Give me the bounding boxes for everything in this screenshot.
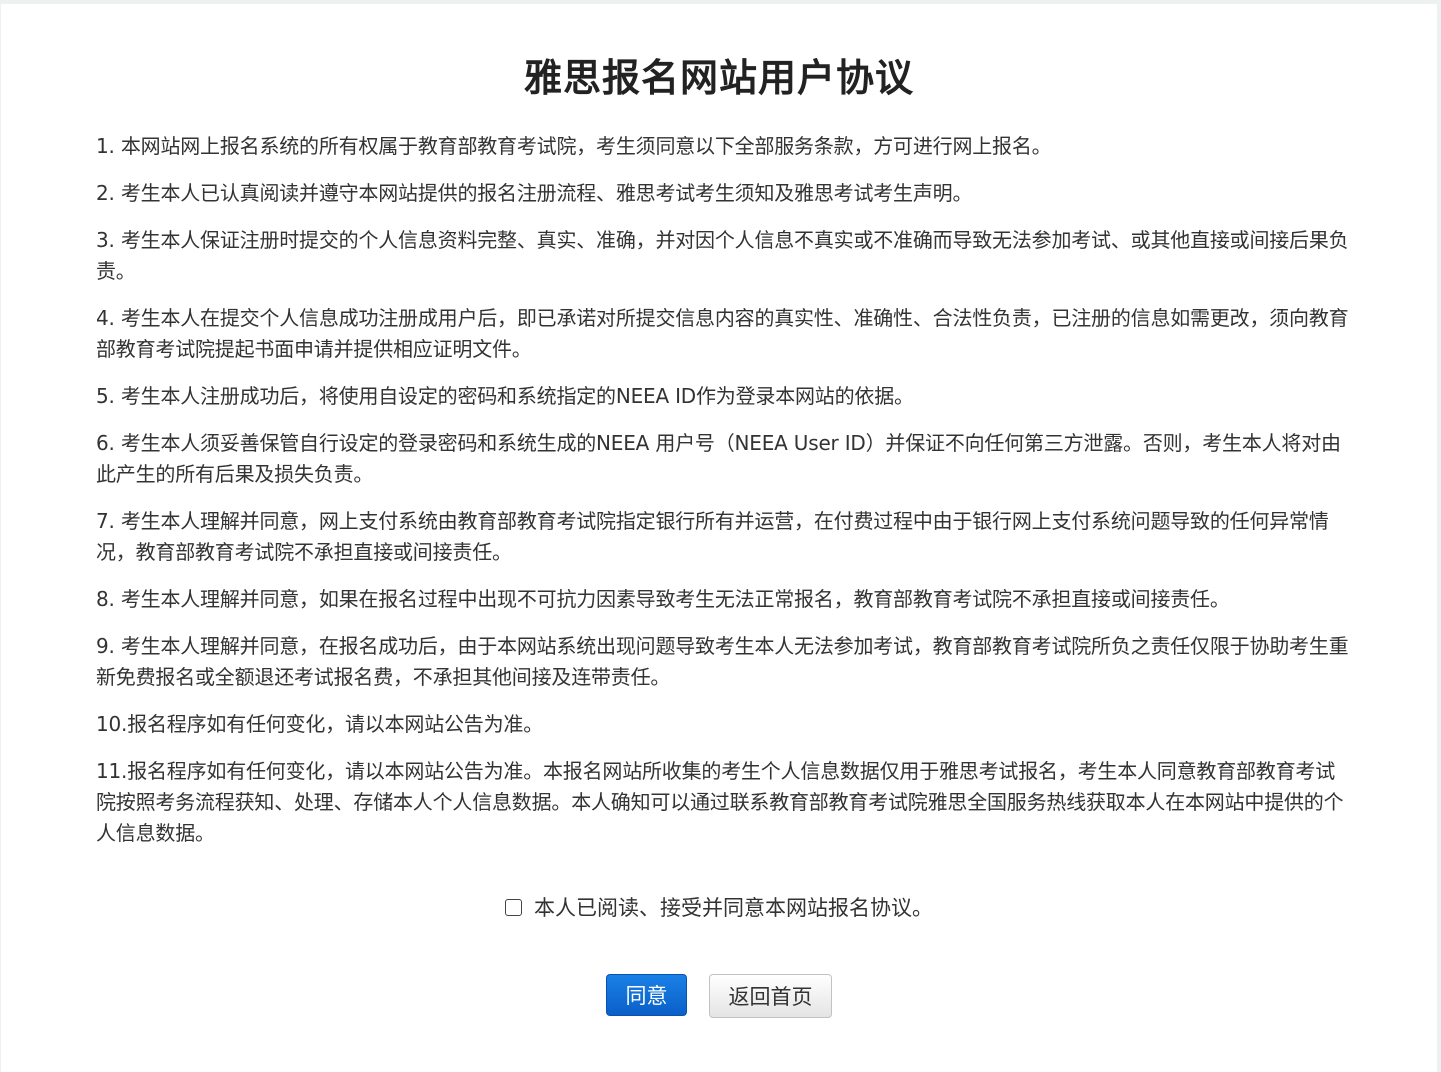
action-buttons: 同意 返回首页: [1, 974, 1437, 1018]
agreement-checkbox[interactable]: [505, 899, 522, 916]
term-item: 9. 考生本人理解并同意，在报名成功后，由于本网站系统出现问题导致考生本人无法参…: [96, 634, 1349, 689]
term-item: 1. 本网站网上报名系统的所有权属于教育部教育考试院，考生须同意以下全部服务条款…: [96, 134, 1052, 158]
term-item: 8. 考生本人理解并同意，如果在报名过程中出现不可抗力因素导致考生无法正常报名，…: [96, 587, 1230, 611]
agreement-page: 雅思报名网站用户协议 1. 本网站网上报名系统的所有权属于教育部教育考试院，考生…: [1, 4, 1437, 1072]
term-item: 7. 考生本人理解并同意，网上支付系统由教育部教育考试院指定银行所有并运营，在付…: [96, 509, 1329, 564]
term-item: 6. 考生本人须妥善保管自行设定的登录密码和系统生成的NEEA 用户号（NEEA…: [96, 431, 1341, 486]
return-home-button[interactable]: 返回首页: [709, 974, 832, 1018]
agreement-checkbox-label[interactable]: 本人已阅读、接受并同意本网站报名协议。: [534, 896, 933, 920]
term-item: 5. 考生本人注册成功后，将使用自设定的密码和系统指定的NEEA ID作为登录本…: [96, 384, 914, 408]
terms-list: 1. 本网站网上报名系统的所有权属于教育部教育考试院，考生须同意以下全部服务条款…: [96, 131, 1351, 865]
agreement-checkbox-row[interactable]: 本人已阅读、接受并同意本网站报名协议。: [1, 892, 1437, 924]
term-item: 10.报名程序如有任何变化，请以本网站公告为准。: [96, 712, 544, 736]
page-title: 雅思报名网站用户协议: [523, 56, 914, 100]
term-item: 4. 考生本人在提交个人信息成功注册成用户后，即已承诺对所提交信息内容的真实性、…: [96, 306, 1349, 361]
term-item: 2. 考生本人已认真阅读并遵守本网站提供的报名注册流程、雅思考试考生须知及雅思考…: [96, 181, 973, 205]
term-item: 3. 考生本人保证注册时提交的个人信息资料完整、真实、准确，并对因个人信息不真实…: [96, 228, 1349, 283]
term-item: 11.报名程序如有任何变化，请以本网站公告为准。本报名网站所收集的考生个人信息数…: [96, 759, 1344, 845]
agree-button[interactable]: 同意: [606, 974, 687, 1016]
